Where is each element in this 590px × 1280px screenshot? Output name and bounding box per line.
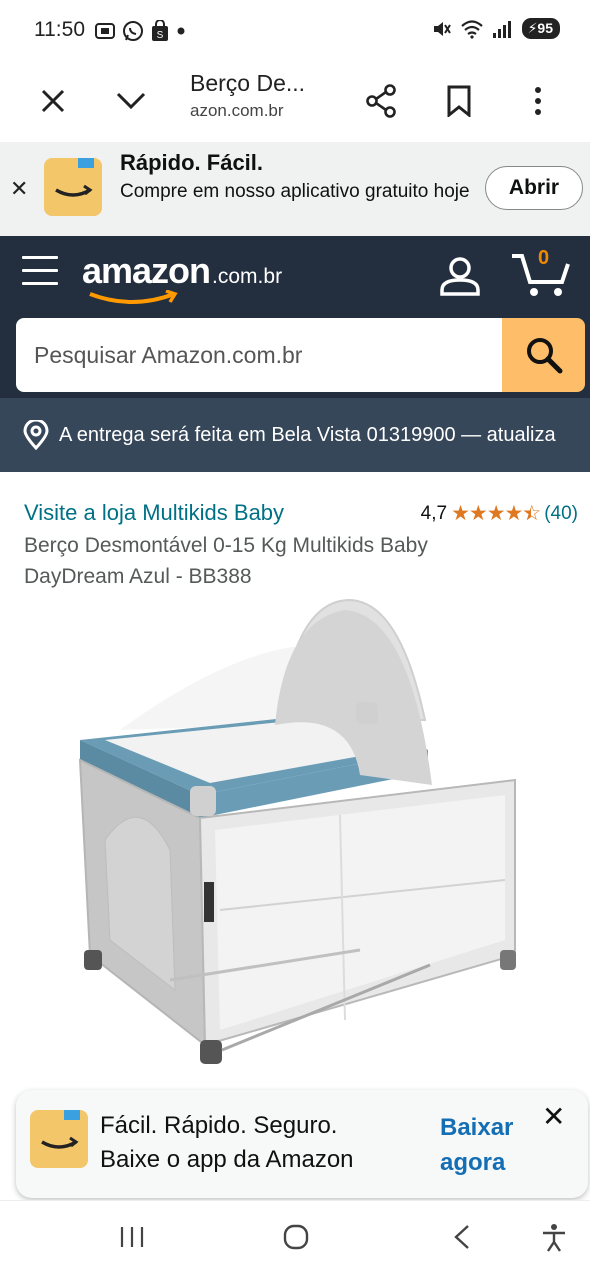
status-right-icons: ⚡95 bbox=[432, 18, 560, 39]
banner-close-button[interactable]: ✕ bbox=[10, 176, 28, 202]
mute-icon bbox=[433, 21, 451, 36]
search-icon bbox=[526, 338, 562, 374]
more-options-button[interactable] bbox=[513, 76, 563, 126]
app-download-promo: Fácil. Rápido. Seguro. Baixe o app da Am… bbox=[16, 1090, 588, 1198]
banner-title: Rápido. Fácil. bbox=[120, 150, 264, 175]
browser-toolbar: Berço De... azon.com.br bbox=[0, 62, 590, 142]
logo-tld: .com.br bbox=[212, 265, 283, 288]
minimize-button[interactable] bbox=[106, 76, 156, 126]
status-left-icons: S bbox=[94, 20, 186, 42]
cart-count: 0 bbox=[538, 247, 550, 269]
product-title: Berço Desmontável 0-15 Kg Multikids Baby… bbox=[24, 534, 428, 588]
account-button[interactable] bbox=[438, 254, 482, 303]
status-time: 11:50 bbox=[34, 18, 85, 41]
recent-apps-button[interactable] bbox=[118, 1223, 146, 1256]
amazon-app-icon-small bbox=[30, 1110, 88, 1168]
status-bar: 11:50 S ⚡95 bbox=[0, 0, 590, 62]
delivery-location-bar[interactable]: A entrega será feita em Bela Vista 01319… bbox=[0, 398, 590, 472]
user-icon bbox=[440, 257, 480, 296]
product-image[interactable] bbox=[60, 590, 540, 1080]
system-navigation-bar bbox=[0, 1200, 590, 1280]
url-text: azon.com.br bbox=[190, 101, 284, 120]
rating-count: (40) bbox=[544, 502, 578, 524]
battery-level: 95 bbox=[537, 20, 553, 36]
accessibility-button[interactable] bbox=[540, 1223, 568, 1258]
shopping-icon: S bbox=[152, 20, 168, 41]
search-button[interactable] bbox=[502, 318, 585, 392]
star-rating-icon: ★★★★☆★ bbox=[451, 502, 541, 525]
search-input[interactable]: Pesquisar Amazon.com.br bbox=[16, 318, 506, 392]
tab-title: Berço De... bbox=[190, 70, 306, 96]
recent-apps-icon bbox=[120, 1227, 144, 1247]
hamburger-menu-icon[interactable] bbox=[22, 256, 58, 292]
amazon-header: amazon.com.br bbox=[0, 236, 590, 318]
download-app-button[interactable]: Baixar agora bbox=[440, 1110, 530, 1180]
home-icon bbox=[283, 1224, 309, 1250]
smile-arrow-icon bbox=[89, 290, 178, 304]
promo-line-2: Baixe o app da Amazon bbox=[100, 1146, 354, 1173]
open-app-button[interactable]: Abrir bbox=[485, 166, 583, 210]
bookmark-button[interactable] bbox=[434, 76, 484, 126]
bookmark-icon bbox=[447, 85, 471, 117]
notification-dot-icon bbox=[177, 27, 185, 35]
back-icon bbox=[454, 1225, 469, 1249]
search-bar: Pesquisar Amazon.com.br bbox=[0, 318, 590, 398]
close-icon bbox=[41, 89, 65, 113]
logo-text: amazon bbox=[82, 250, 211, 291]
more-vertical-icon bbox=[535, 87, 541, 115]
close-tab-button[interactable] bbox=[28, 76, 78, 126]
page-title-area[interactable]: Berço De... azon.com.br bbox=[190, 70, 340, 121]
screenshot-icon bbox=[95, 23, 115, 39]
back-button[interactable] bbox=[450, 1223, 474, 1256]
banner-description: Compre em nosso aplicativo gratuito hoje bbox=[120, 181, 470, 202]
amazon-app-icon bbox=[44, 158, 102, 216]
share-icon bbox=[366, 84, 396, 118]
whatsapp-icon bbox=[123, 21, 143, 41]
delivery-text: A entrega será feita em Bela Vista 01319… bbox=[59, 424, 556, 446]
promo-close-button[interactable]: ✕ bbox=[542, 1100, 565, 1133]
home-button[interactable] bbox=[282, 1223, 310, 1256]
location-pin-icon bbox=[23, 420, 49, 450]
product-rating[interactable]: 4,7 ★★★★☆★ (40) bbox=[421, 501, 578, 526]
accessibility-icon bbox=[543, 1224, 565, 1252]
chevron-down-icon bbox=[116, 92, 146, 110]
wifi-icon bbox=[460, 19, 483, 39]
svg-text:S: S bbox=[157, 30, 164, 41]
share-button[interactable] bbox=[356, 76, 406, 126]
rating-value: 4,7 bbox=[420, 502, 448, 524]
amazon-logo[interactable]: amazon.com.br bbox=[82, 250, 283, 304]
promo-line-1: Fácil. Rápido. Seguro. bbox=[100, 1112, 338, 1139]
store-link[interactable]: Visite a loja Multikids Baby bbox=[24, 500, 284, 526]
signal-icon bbox=[492, 20, 511, 38]
battery-icon: ⚡95 bbox=[521, 18, 560, 39]
